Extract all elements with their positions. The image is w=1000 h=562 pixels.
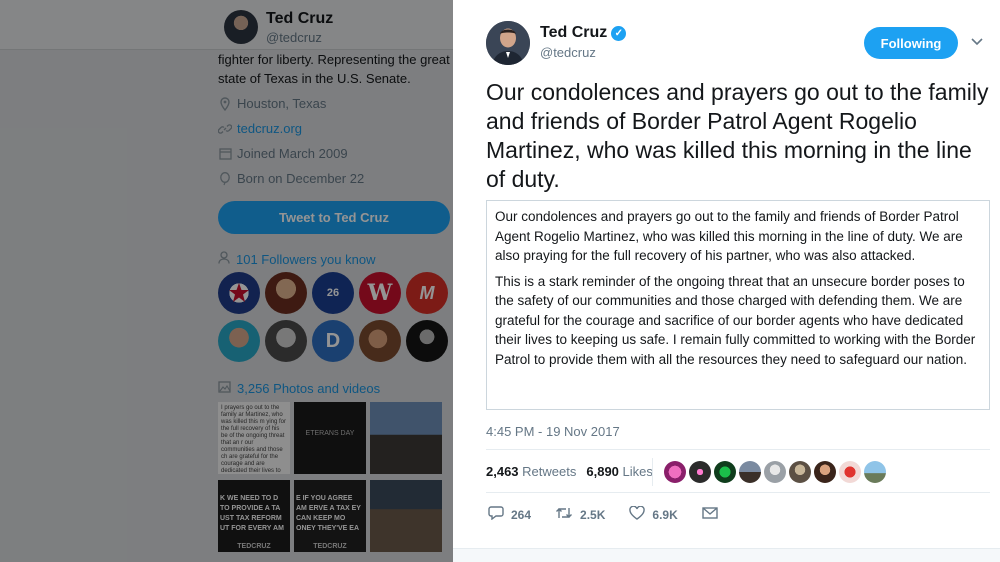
like-button[interactable]: 6.9K — [629, 505, 678, 524]
liker-avatar[interactable] — [689, 461, 711, 483]
liker-avatar[interactable] — [764, 461, 786, 483]
liker-avatar[interactable] — [839, 461, 861, 483]
tweet-author-handle[interactable]: @tedcruz — [540, 45, 596, 60]
reply-icon — [488, 505, 504, 524]
heart-icon — [629, 505, 646, 524]
following-button[interactable]: Following — [864, 27, 958, 59]
retweet-icon — [555, 506, 573, 524]
retweets-stat[interactable]: 2,463 Retweets — [486, 464, 576, 479]
verified-badge-icon: ✓ — [611, 25, 627, 41]
tweet-text: Our condolences and prayers go out to th… — [486, 79, 989, 192]
tweet-action-bar: 264 2.5K 6.9K — [488, 505, 742, 524]
liker-avatar[interactable] — [739, 461, 761, 483]
engagement-stats: 2,463 Retweets 6,890 Likes — [486, 464, 653, 479]
liker-avatar[interactable] — [789, 461, 811, 483]
tweet-timestamp[interactable]: 4:45 PM - 19 Nov 2017 — [486, 424, 620, 439]
direct-message-button[interactable] — [702, 506, 718, 523]
avatar[interactable] — [486, 21, 530, 65]
liker-avatar[interactable] — [664, 461, 686, 483]
tweet-author-name[interactable]: Ted Cruz ✓ — [540, 24, 627, 42]
likes-stat[interactable]: 6,890 Likes — [586, 464, 653, 479]
statement-paragraph: This is a stark reminder of the ongoing … — [495, 273, 976, 367]
stats-divider — [652, 458, 653, 486]
envelope-icon — [702, 506, 718, 523]
liker-avatar[interactable] — [814, 461, 836, 483]
tweet-image-statement[interactable]: Our condolences and prayers go out to th… — [486, 200, 990, 410]
reply-area-edge — [453, 548, 1000, 562]
chevron-down-icon[interactable] — [971, 33, 983, 49]
tweet-stats-bar: 2,463 Retweets 6,890 Likes — [486, 449, 990, 493]
tweet-detail-modal: Ted Cruz ✓ @tedcruz Following Our condol… — [453, 0, 1000, 562]
liker-avatars — [664, 461, 886, 483]
liker-avatar[interactable] — [714, 461, 736, 483]
liker-avatar[interactable] — [864, 461, 886, 483]
retweet-button[interactable]: 2.5K — [555, 506, 605, 524]
statement-paragraph: Our condolences and prayers go out to th… — [495, 209, 963, 263]
reply-button[interactable]: 264 — [488, 505, 531, 524]
